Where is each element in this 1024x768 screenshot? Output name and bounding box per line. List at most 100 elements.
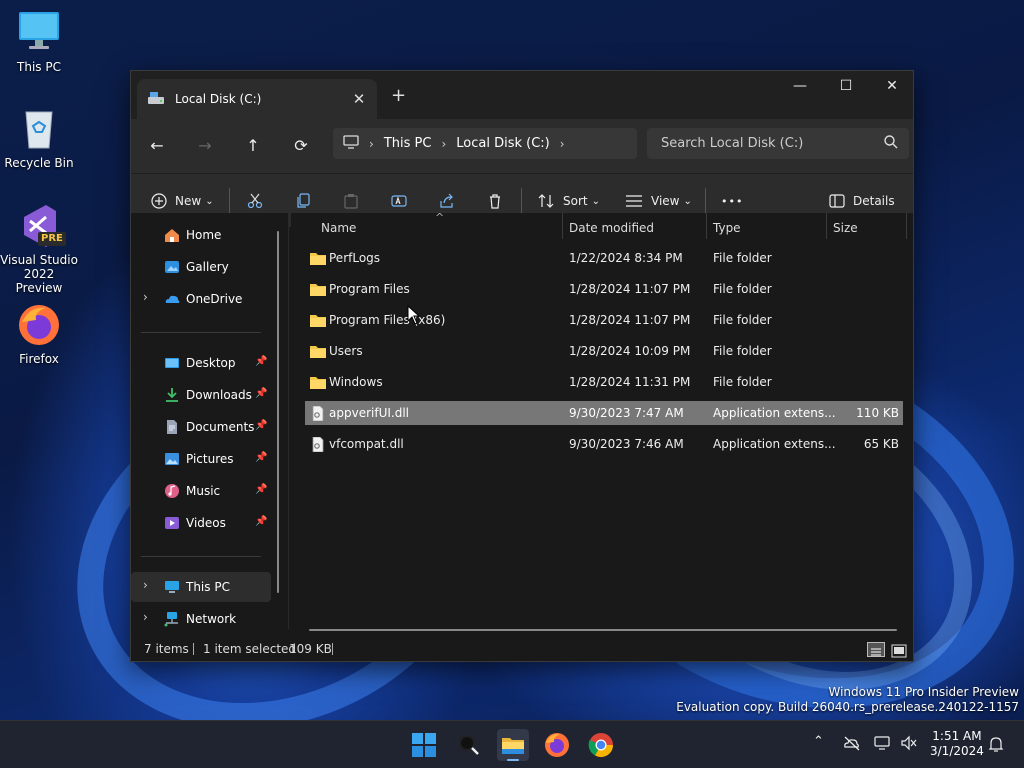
network-icon: [164, 611, 180, 627]
sort-button[interactable]: Sort ⌄: [537, 187, 600, 215]
details-view-icon: [871, 648, 881, 656]
sort-label: Sort: [563, 194, 588, 208]
column-divider[interactable]: [906, 213, 907, 239]
taskbar-firefox[interactable]: [541, 729, 573, 761]
desktop-icon-visual-studio[interactable]: PRE Visual Studio 2022 Preview: [0, 203, 78, 295]
search-icon: [883, 134, 899, 150]
nav-item-label: Pictures: [186, 452, 234, 466]
expand-chevron-icon[interactable]: ›: [143, 290, 148, 304]
new-tab-button[interactable]: +: [391, 85, 406, 106]
desktop-icon-firefox[interactable]: Firefox: [0, 302, 78, 366]
drive-icon: [147, 91, 165, 108]
breadcrumb[interactable]: › This PC › Local Disk (C:) ›: [333, 128, 637, 159]
watermark-line-1: Windows 11 Pro Insider Preview: [828, 685, 1019, 699]
search-input[interactable]: Search Local Disk (C:): [647, 128, 909, 159]
tab-close-button[interactable]: ✕: [347, 90, 371, 108]
minimize-button[interactable]: —: [777, 71, 823, 103]
breadcrumb-local-disk[interactable]: Local Disk (C:): [456, 136, 549, 151]
search-button[interactable]: [453, 729, 485, 761]
maximize-button[interactable]: ☐: [823, 71, 869, 103]
music-icon: [164, 483, 180, 499]
details-view-toggle[interactable]: [867, 642, 885, 657]
file-row[interactable]: Program Files (x86) 1/28/2024 11:07 PM F…: [305, 308, 903, 332]
desktop-icon-recycle-bin[interactable]: Recycle Bin: [0, 106, 78, 170]
divider: [521, 188, 522, 214]
desktop-icon-label: Recycle Bin: [4, 156, 74, 170]
nav-item-network[interactable]: › Network: [131, 604, 271, 634]
nav-item-videos[interactable]: Videos 📌: [131, 508, 271, 538]
nav-item-home[interactable]: Home: [131, 220, 271, 250]
nav-item-downloads[interactable]: Downloads 📌: [131, 380, 271, 410]
column-divider[interactable]: [826, 213, 827, 239]
file-date: 9/30/2023 7:46 AM: [569, 437, 684, 451]
file-row[interactable]: Program Files 1/28/2024 11:07 PM File fo…: [305, 277, 903, 301]
file-row[interactable]: vfcompat.dll 9/30/2023 7:46 AM Applicati…: [305, 432, 903, 456]
desktop-icon-this-pc[interactable]: This PC: [0, 10, 78, 74]
onedrive-offline-icon[interactable]: [843, 735, 861, 755]
tab-local-disk[interactable]: Local Disk (C:) ✕: [137, 79, 377, 119]
nav-item-this-pc[interactable]: › This PC: [131, 572, 271, 602]
notifications-button[interactable]: [988, 735, 1004, 757]
file-date: 1/28/2024 11:31 PM: [569, 375, 691, 389]
column-divider[interactable]: [562, 213, 563, 239]
expand-chevron-icon[interactable]: ›: [143, 578, 148, 592]
file-row[interactable]: PerfLogs 1/22/2024 8:34 PM File folder: [305, 246, 903, 270]
nav-item-documents[interactable]: Documents 📌: [131, 412, 271, 442]
more-options-button[interactable]: •••: [721, 187, 743, 215]
breadcrumb-this-pc[interactable]: This PC: [384, 136, 432, 151]
file-row[interactable]: Users 1/28/2024 10:09 PM File folder: [305, 339, 903, 363]
column-header-size[interactable]: Size: [833, 213, 858, 243]
column-divider[interactable]: [706, 213, 707, 239]
preview-badge: PRE: [38, 232, 66, 246]
column-header-type[interactable]: Type: [713, 213, 741, 243]
nav-item-desktop[interactable]: Desktop 📌: [131, 348, 271, 378]
start-button[interactable]: [408, 729, 440, 761]
cut-button[interactable]: [247, 187, 263, 215]
explorer-body: Home Gallery › OneDrive Desktop 📌 Downlo…: [131, 211, 913, 631]
new-button[interactable]: New ⌄: [151, 187, 214, 215]
taskbar-chrome[interactable]: [585, 729, 617, 761]
folder-icon: [309, 281, 327, 296]
breadcrumb-separator[interactable]: ›: [560, 137, 565, 151]
nav-item-gallery[interactable]: Gallery: [131, 252, 271, 282]
network-icon[interactable]: [874, 735, 892, 755]
system-clock[interactable]: 1:51 AM 3/1/2024: [930, 729, 984, 759]
divider: [141, 556, 261, 557]
file-date: 1/28/2024 10:09 PM: [569, 344, 691, 358]
nav-scrollbar[interactable]: [277, 231, 279, 593]
volume-muted-icon[interactable]: [900, 735, 918, 755]
nav-item-label: Desktop: [186, 356, 236, 370]
view-button[interactable]: View ⌄: [625, 187, 692, 215]
rename-button[interactable]: [391, 187, 407, 215]
file-type: Application extens...: [713, 406, 836, 420]
delete-button[interactable]: [487, 187, 503, 215]
file-size: 110 KB: [856, 406, 899, 420]
firefox-icon: [16, 302, 62, 348]
column-header-name[interactable]: Name: [321, 213, 356, 243]
divider: [705, 188, 706, 214]
copy-button[interactable]: [295, 187, 311, 215]
details-pane-button[interactable]: Details: [829, 187, 895, 215]
show-hidden-icons-button[interactable]: ⌃: [813, 734, 824, 749]
refresh-button[interactable]: ⟳: [285, 132, 317, 160]
file-date: 1/28/2024 11:07 PM: [569, 282, 691, 296]
column-header-date[interactable]: Date modified: [569, 213, 654, 243]
taskbar-file-explorer[interactable]: [497, 729, 529, 761]
expand-chevron-icon[interactable]: ›: [143, 610, 148, 624]
pin-icon: 📌: [255, 356, 268, 367]
onedrive-icon: [164, 291, 180, 307]
horizontal-scrollbar[interactable]: [309, 629, 897, 631]
file-date: 1/22/2024 8:34 PM: [569, 251, 683, 265]
nav-item-music[interactable]: Music 📌: [131, 476, 271, 506]
close-button[interactable]: ✕: [869, 71, 915, 103]
folder-icon: [309, 343, 327, 358]
nav-item-onedrive[interactable]: › OneDrive: [131, 284, 271, 314]
tiles-view-toggle[interactable]: [891, 642, 907, 658]
back-button[interactable]: ←: [141, 132, 173, 160]
nav-item-pictures[interactable]: Pictures 📌: [131, 444, 271, 474]
file-row[interactable]: Windows 1/28/2024 11:31 PM File folder: [305, 370, 903, 394]
forward-button[interactable]: →: [189, 132, 221, 160]
up-button[interactable]: ↑: [237, 132, 269, 160]
file-row-selected[interactable]: appverifUI.dll 9/30/2023 7:47 AM Applica…: [305, 401, 903, 425]
paste-button[interactable]: [343, 187, 359, 215]
